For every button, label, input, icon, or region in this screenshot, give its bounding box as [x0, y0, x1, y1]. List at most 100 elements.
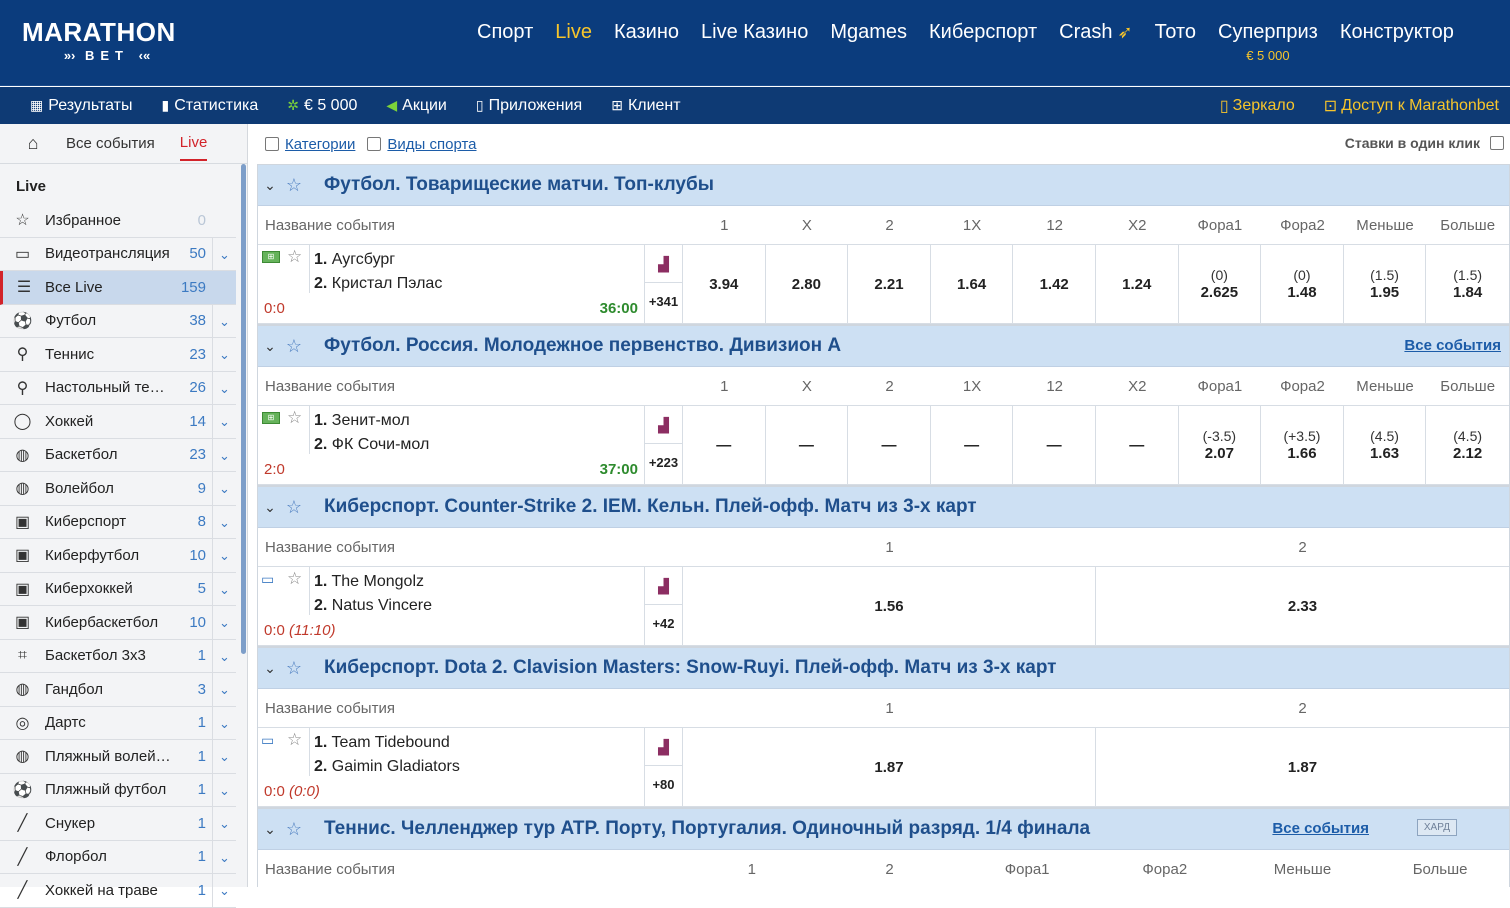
event-info[interactable]: ⊞ ☆ 1. Аугсбург 2. Кристал Пэлас 0:0 36:00	[258, 245, 645, 323]
odds-cell[interactable]: 1.24	[1096, 245, 1179, 323]
sidebar-item-3[interactable]: ⚽ Футбол 38 ⌄	[0, 304, 236, 338]
client-link[interactable]: ⊞ Клиент	[611, 97, 691, 115]
all-events-link[interactable]: Все события	[1404, 337, 1501, 354]
statistics-link[interactable]: ▮ Статистика	[162, 97, 270, 115]
sidebar-item-16[interactable]: ◍ Пляжный волейб… 1 ⌄	[0, 740, 236, 774]
sidebar-item-8[interactable]: ◍ Волейбол 9 ⌄	[0, 472, 236, 506]
results-link[interactable]: ▦ Результаты	[30, 97, 144, 115]
favorite-star-icon[interactable]: ☆	[282, 658, 306, 679]
odds-cell[interactable]: 2.80	[766, 245, 849, 323]
chevron-down-icon[interactable]: ⌄	[258, 177, 282, 194]
odds-cell[interactable]: (0) 1.48	[1261, 245, 1344, 323]
odds-cell[interactable]: (4.5) 2.12	[1426, 406, 1509, 484]
sidebar-item-10[interactable]: ▣ Киберфутбол 10 ⌄	[0, 539, 236, 573]
odds-cell[interactable]: 1.42	[1013, 245, 1096, 323]
chevron-down-icon[interactable]: ⌄	[212, 539, 236, 572]
odds-cell[interactable]: —	[1096, 406, 1179, 484]
chevron-down-icon[interactable]: ⌄	[258, 660, 282, 677]
prize-link[interactable]: ✲ € 5 000	[287, 97, 368, 115]
more-markets-button[interactable]: +223	[645, 444, 682, 484]
odds-cell[interactable]: —	[766, 406, 849, 484]
sidebar-item-14[interactable]: ◍ Гандбол 3 ⌄	[0, 673, 236, 707]
sidebar-scrollbar[interactable]	[241, 164, 246, 654]
chevron-down-icon[interactable]: ⌄	[212, 639, 236, 672]
odds-cell[interactable]: (1.5) 1.95	[1344, 245, 1427, 323]
favorite-star-icon[interactable]: ☆	[282, 819, 306, 840]
chevron-down-icon[interactable]: ⌄	[212, 773, 236, 806]
favorite-star-icon[interactable]: ☆	[282, 497, 306, 518]
odds-cell[interactable]: 2.21	[848, 245, 931, 323]
odds-cell[interactable]: —	[931, 406, 1014, 484]
tv-stream-icon[interactable]: ▭	[261, 571, 274, 588]
chevron-down-icon[interactable]: ⌄	[212, 237, 236, 270]
chevron-down-icon[interactable]: ⌄	[212, 840, 236, 873]
mirror-link[interactable]: ▯ Зеркало	[1220, 96, 1306, 116]
more-markets-button[interactable]: +42	[645, 605, 682, 645]
chevron-down-icon[interactable]: ⌄	[212, 740, 236, 773]
sidebar-item-11[interactable]: ▣ Киберхоккей 5 ⌄	[0, 572, 236, 606]
sidebar-item-19[interactable]: ╱ Флорбол 1 ⌄	[0, 840, 236, 874]
chevron-down-icon[interactable]: ⌄	[212, 706, 236, 739]
league-header[interactable]: ⌄ ☆ Киберспорт. Counter-Strike 2. IEM. Кел…	[258, 487, 1509, 528]
event-favorite-star-icon[interactable]: ☆	[287, 247, 302, 267]
all-events-link[interactable]: Все события	[1272, 820, 1369, 837]
odds-cell[interactable]: —	[848, 406, 931, 484]
chevron-down-icon[interactable]: ⌄	[212, 338, 236, 371]
nav-item-7[interactable]: Тото	[1144, 18, 1207, 58]
chevron-down-icon[interactable]: ⌄	[212, 807, 236, 840]
odds-cell[interactable]: 1.56	[683, 567, 1096, 645]
chevron-down-icon[interactable]: ⌄	[212, 405, 236, 438]
odds-cell[interactable]: (0) 2.625	[1179, 245, 1262, 323]
odds-cell[interactable]: 2.33	[1096, 567, 1509, 645]
event-favorite-star-icon[interactable]: ☆	[287, 730, 302, 750]
chevron-down-icon[interactable]: ⌄	[212, 371, 236, 404]
statistics-icon[interactable]: ▟	[645, 245, 682, 283]
event-favorite-star-icon[interactable]: ☆	[287, 569, 302, 589]
favorite-star-icon[interactable]: ☆	[282, 336, 306, 357]
league-header[interactable]: ⌄ ☆ Футбол. Россия. Молодежное первенство.…	[258, 326, 1509, 367]
chevron-down-icon[interactable]: ⌄	[212, 304, 236, 337]
chevron-down-icon[interactable]: ⌄	[212, 438, 236, 471]
chevron-down-icon[interactable]: ⌄	[212, 472, 236, 505]
odds-cell[interactable]: —	[1013, 406, 1096, 484]
odds-cell[interactable]: 1.87	[683, 728, 1096, 806]
nav-item-5[interactable]: Киберспорт	[918, 18, 1048, 58]
sports-link[interactable]: Виды спорта	[387, 136, 476, 153]
odds-cell[interactable]: 3.94	[683, 245, 766, 323]
nav-item-2[interactable]: Казино	[603, 18, 690, 58]
favorite-star-icon[interactable]: ☆	[282, 175, 306, 196]
statistics-icon[interactable]: ▟	[645, 406, 682, 444]
more-markets-button[interactable]: +341	[645, 283, 682, 323]
tab-all-events[interactable]: Все события	[66, 127, 155, 160]
odds-cell[interactable]: (-3.5) 2.07	[1179, 406, 1262, 484]
odds-cell[interactable]: 1.87	[1096, 728, 1509, 806]
sidebar-item-0[interactable]: ☆ Избранное 0	[0, 204, 236, 238]
sidebar-item-1[interactable]: ▭ Видеотрансляция 50 ⌄	[0, 237, 236, 271]
chevron-down-icon[interactable]: ⌄	[212, 673, 236, 706]
event-info[interactable]: ⊞ ☆ 1. Зенит-мол 2. ФК Сочи-мол 2:0 37:00	[258, 406, 645, 484]
sidebar-item-15[interactable]: ◎ Дартс 1 ⌄	[0, 706, 236, 740]
access-link[interactable]: ⊡ Доступ к Marathonbet	[1324, 96, 1510, 116]
league-header[interactable]: ⌄ ☆ Футбол. Товарищеские матчи. Топ-клубы	[258, 165, 1509, 206]
promotions-link[interactable]: ◀ Акции	[386, 97, 458, 115]
statistics-icon[interactable]: ▟	[645, 728, 682, 766]
sidebar-item-7[interactable]: ◍ Баскетбол 23 ⌄	[0, 438, 236, 472]
nav-item-3[interactable]: Live Казино	[690, 18, 819, 58]
chevron-down-icon[interactable]: ⌄	[212, 572, 236, 605]
chevron-down-icon[interactable]: ⌄	[212, 874, 236, 907]
nav-item-6[interactable]: Crash ➶	[1048, 18, 1143, 58]
sidebar-item-6[interactable]: ◯ Хоккей 14 ⌄	[0, 405, 236, 439]
sports-checkbox[interactable]	[367, 137, 382, 151]
sidebar-item-5[interactable]: ⚲ Настольный те… 26 ⌄	[0, 371, 236, 405]
categories-checkbox[interactable]	[265, 137, 279, 151]
event-info[interactable]: ▭ ☆ 1. The Mongolz 2. Natus Vincere 0:0 (11:…	[258, 567, 645, 645]
marathonbet-logo[interactable]: MARATHON »› BET ‹«	[22, 18, 192, 66]
chevron-down-icon[interactable]: ⌄	[258, 338, 282, 355]
one-click-checkbox[interactable]	[1490, 136, 1504, 150]
statistics-icon[interactable]: ▟	[645, 567, 682, 605]
apps-link[interactable]: ▯ Приложения	[476, 97, 593, 115]
sidebar-item-20[interactable]: ╱ Хоккей на траве 1 ⌄	[0, 874, 236, 908]
categories-link[interactable]: Категории	[285, 136, 355, 153]
chevron-down-icon[interactable]: ⌄	[212, 606, 236, 639]
league-header[interactable]: ⌄ ☆ Киберспорт. Dota 2. Clavision Masters:…	[258, 648, 1509, 689]
